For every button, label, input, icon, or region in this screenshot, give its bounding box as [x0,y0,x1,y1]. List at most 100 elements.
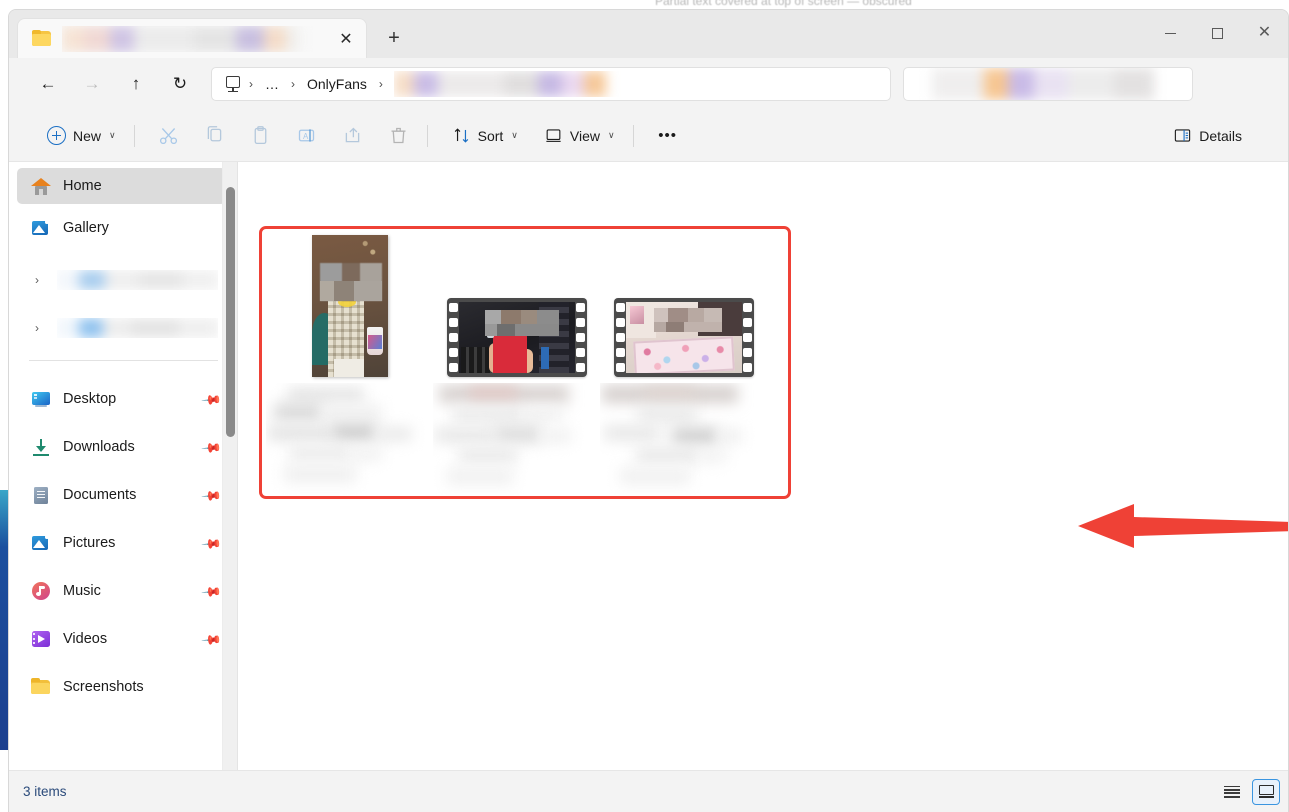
file-item[interactable] [433,232,600,495]
tab-folder[interactable]: ✕ [17,18,367,58]
close-button[interactable]: ✕ [1241,10,1288,56]
sidebar-item-cloud-2[interactable]: › [17,310,226,346]
gallery-icon [31,218,51,238]
file-grid [266,232,767,495]
pin-icon[interactable]: 📌 [201,629,223,651]
sidebar-item-screenshots[interactable]: Screenshots [17,669,226,705]
thumbnail [433,232,600,377]
sidebar-scrollbar[interactable] [222,162,238,770]
sidebar-item-label: Videos [63,631,108,647]
chevron-right-icon[interactable]: › [35,321,39,335]
thumbnail [266,232,433,377]
annotation-arrow-left [1078,504,1288,548]
chevron-down-icon: ∨ [109,130,116,140]
file-name [433,383,600,495]
tab-close-button[interactable]: ✕ [332,25,360,53]
new-button[interactable]: New ∨ [37,118,126,154]
copy-icon [207,126,222,142]
sidebar-item-label: Downloads [63,439,135,455]
sidebar-item-home[interactable]: Home [17,168,226,204]
folder-icon [32,30,52,47]
scissors-icon [160,128,178,145]
title-bar: ✕ + ✕ [9,10,1288,58]
window-controls: ✕ [1147,10,1288,56]
music-icon [31,581,51,601]
paste-button[interactable] [241,118,281,154]
this-pc-icon[interactable] [224,75,242,93]
rename-icon: A [298,129,315,142]
image-thumbnail [311,235,388,377]
folder-icon [31,677,51,697]
downloads-icon [31,437,51,457]
cut-button[interactable] [149,118,189,154]
up-button[interactable]: ↑ [119,67,153,101]
details-view-icon [1258,785,1274,798]
view-icon [546,129,561,142]
sidebar-item-label: Gallery [63,220,109,236]
pin-icon[interactable]: 📌 [201,389,223,411]
video-thumbnail [613,298,754,377]
address-bar[interactable]: › … › OnlyFans › [211,67,891,101]
breadcrumb-current-folder[interactable] [393,71,882,97]
rename-button[interactable]: A [287,118,327,154]
sidebar-item-documents[interactable]: Documents 📌 [17,477,226,513]
file-item[interactable] [266,232,433,495]
refresh-button[interactable]: ↻ [163,67,197,101]
sidebar-item-cloud-1[interactable]: › [17,262,226,298]
sidebar-item-label: Home [63,178,102,194]
back-button[interactable]: ← [31,67,65,101]
delete-button[interactable] [379,118,419,154]
list-view-button[interactable] [1218,779,1246,805]
clipboard-icon [254,126,267,145]
sidebar-item-desktop[interactable]: Desktop 📌 [17,381,226,417]
trash-icon [391,127,406,144]
videos-icon [31,629,51,649]
sidebar-item-videos[interactable]: Videos 📌 [17,621,226,657]
film-sprockets-icon [615,303,625,372]
search-input[interactable] [903,67,1193,101]
item-count-label: 3 items [23,784,67,799]
sidebar-item-music[interactable]: Music 📌 [17,573,226,609]
tab-title [62,25,330,52]
film-sprockets-icon [575,303,585,372]
divider [133,124,135,147]
main-body: Home Gallery › › Desktop 📌 Downloads 📌 D… [9,162,1288,770]
details-view-button[interactable] [1252,778,1280,805]
maximize-button[interactable] [1194,10,1241,56]
status-bar: 3 items [9,770,1288,812]
file-item[interactable] [600,232,767,495]
details-pane-button[interactable]: Details [1163,118,1252,154]
more-options-button[interactable]: ••• [648,118,688,154]
pin-icon[interactable]: 📌 [201,437,223,459]
sidebar-item-label: Music [63,583,101,599]
sidebar-item-downloads[interactable]: Downloads 📌 [17,429,226,465]
view-toggle-group [1218,778,1280,805]
sort-button[interactable]: Sort ∨ [442,118,528,154]
new-label: New [73,127,102,144]
sidebar-item-pictures[interactable]: Pictures 📌 [17,525,226,561]
file-list-pane[interactable] [238,162,1288,770]
share-button[interactable] [333,118,373,154]
divider [426,124,428,147]
divider [29,360,218,361]
new-tab-button[interactable]: + [377,21,411,55]
chevron-right-icon[interactable]: › [35,273,39,287]
sidebar-scrollbar-thumb[interactable] [226,187,235,437]
breadcrumb-overflow[interactable]: … [260,73,284,95]
chevron-down-icon: ∨ [607,130,615,140]
pin-icon[interactable]: 📌 [201,485,223,507]
view-button[interactable]: View ∨ [534,118,625,154]
pin-icon[interactable]: 📌 [201,581,223,603]
forward-button[interactable]: → [75,67,109,101]
documents-icon [31,485,51,505]
divider [632,124,634,147]
pin-icon[interactable]: 📌 [201,533,223,555]
breadcrumb-onlyfans[interactable]: OnlyFans [302,73,372,95]
sort-label: Sort [477,127,504,144]
tab-strip: ✕ + [17,14,411,58]
copy-button[interactable] [195,118,235,154]
chevron-down-icon: ∨ [511,130,518,140]
sidebar-item-gallery[interactable]: Gallery [17,210,226,246]
minimize-button[interactable] [1147,10,1194,56]
video-thumbnail [446,298,587,377]
